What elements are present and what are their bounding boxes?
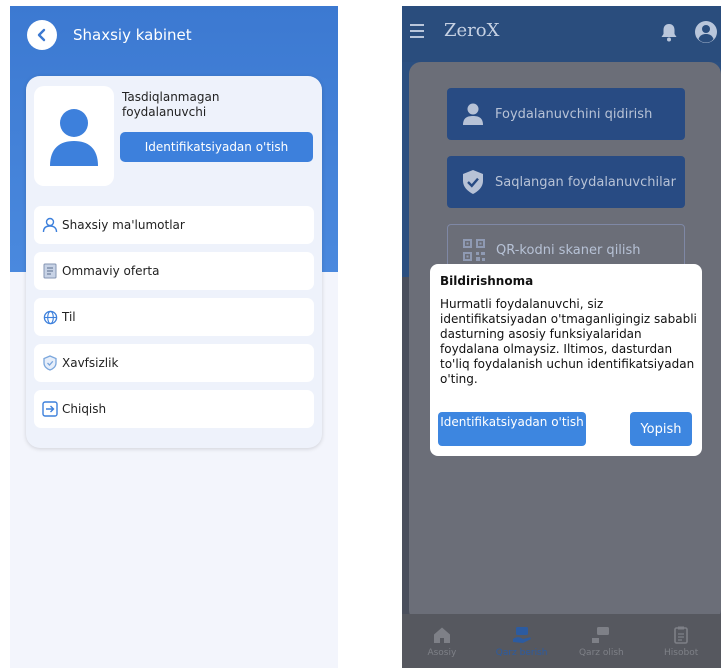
- hamburger-menu-icon[interactable]: [410, 24, 424, 42]
- home-icon: [433, 627, 450, 643]
- nav-item-take-loan[interactable]: Qarz olish: [562, 614, 642, 668]
- app-bar: ZeroX: [402, 6, 721, 62]
- menu-item-logout[interactable]: Chiqish: [34, 390, 314, 428]
- globe-icon: [40, 307, 60, 327]
- menu-item-label: Chiqish: [62, 402, 107, 416]
- verify-identity-button[interactable]: Identifikatsiyadan o'tish: [120, 132, 313, 162]
- notification-dialog: Bildirishnoma Hurmatli foydalanuvchi, si…: [430, 264, 702, 456]
- app-name: ZeroX: [444, 20, 500, 41]
- menu-item-label: Ommaviy oferta: [62, 264, 160, 278]
- nav-item-report[interactable]: Hisobot: [641, 614, 721, 668]
- home-screen: ZeroX Foydalanuvchini qidirish Saqlangan…: [402, 6, 721, 668]
- menu-item-personal-info[interactable]: Shaxsiy ma'lumotlar: [34, 206, 314, 244]
- money-give-icon: [512, 627, 531, 643]
- user-icon: [40, 215, 60, 235]
- back-button[interactable]: [27, 20, 57, 50]
- saved-users-button[interactable]: Saqlangan foydalanuvchilar: [447, 156, 685, 208]
- nav-label: Asosiy: [427, 648, 457, 658]
- button-label: QR-kodni skaner qilish: [496, 242, 641, 258]
- menu-item-language[interactable]: Til: [34, 298, 314, 336]
- nav-label: Hisobot: [664, 648, 699, 658]
- qr-code-icon: [460, 236, 488, 264]
- profile-panel: Tasdiqlanmagan foydalanuvchi Identifikat…: [26, 76, 322, 448]
- settings-menu: Shaxsiy ma'lumotlar Ommaviy oferta Til X…: [34, 206, 314, 436]
- dialog-title: Bildirishnoma: [440, 274, 534, 288]
- dialog-verify-button[interactable]: Identifikatsiyadan o'tish: [438, 412, 586, 446]
- logout-icon: [40, 399, 60, 419]
- menu-item-label: Xavfsizlik: [62, 356, 119, 370]
- button-label: Foydalanuvchini qidirish: [495, 106, 653, 122]
- menu-item-label: Til: [62, 310, 76, 324]
- nav-label: Qarz berish: [495, 648, 548, 658]
- money-take-icon: [592, 627, 610, 643]
- avatar: [34, 86, 114, 186]
- profile-screen: Shaxsiy kabinet Tasdiqlanmagan foydalanu…: [10, 6, 338, 668]
- menu-item-security[interactable]: Xavfsizlik: [34, 344, 314, 382]
- nav-label: Qarz olish: [578, 648, 624, 658]
- button-label: Saqlangan foydalanuvchilar: [495, 174, 676, 190]
- user-avatar-icon: [50, 109, 98, 166]
- chevron-left-icon: [37, 28, 46, 42]
- page-title: Shaxsiy kabinet: [73, 26, 192, 44]
- dialog-message: Hurmatli foydalanuvchi, siz identifikats…: [440, 297, 697, 386]
- shield-check-icon: [459, 168, 487, 196]
- nav-item-give-loan[interactable]: Qarz berish: [482, 614, 562, 668]
- nav-item-home[interactable]: Asosiy: [402, 614, 482, 668]
- bottom-navigation: Asosiy Qarz berish Qarz olish Hisobot: [402, 614, 721, 668]
- document-icon: [40, 261, 60, 281]
- account-icon[interactable]: [694, 20, 718, 44]
- bell-icon[interactable]: [660, 22, 678, 42]
- report-icon: [674, 626, 688, 644]
- menu-item-public-offer[interactable]: Ommaviy oferta: [34, 252, 314, 290]
- verification-status: Tasdiqlanmagan foydalanuvchi: [122, 90, 220, 119]
- dialog-close-button[interactable]: Yopish: [630, 412, 692, 446]
- user-icon: [459, 100, 487, 128]
- menu-item-label: Shaxsiy ma'lumotlar: [62, 218, 185, 232]
- shield-icon: [40, 353, 60, 373]
- search-user-button[interactable]: Foydalanuvchini qidirish: [447, 88, 685, 140]
